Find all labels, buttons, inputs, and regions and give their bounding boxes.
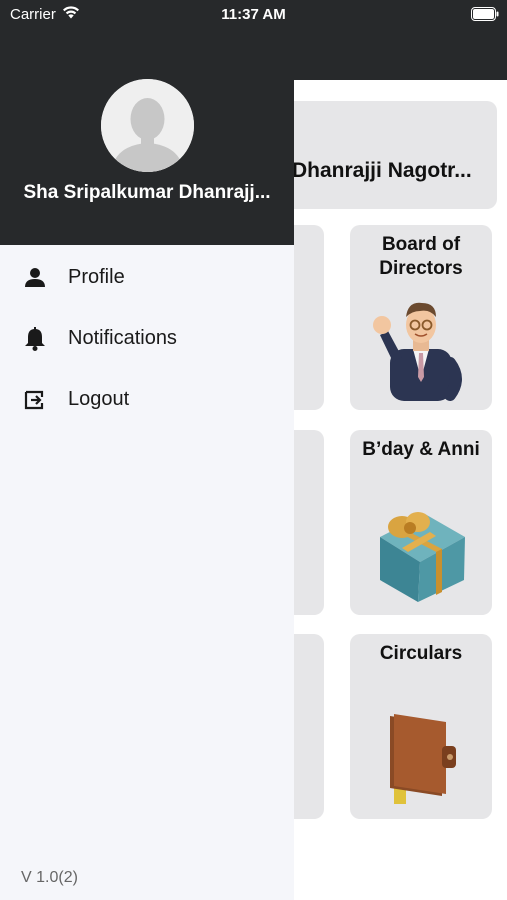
organization-name: Dhanrajji Nagotr... xyxy=(292,159,472,182)
menu-item-logout[interactable]: Logout xyxy=(0,374,294,424)
status-bar: Carrier 11:37 AM xyxy=(0,0,507,30)
navigation-drawer: Sha Sripalkumar Dhanrajj... Profile Noti… xyxy=(0,0,294,900)
drawer-header: Sha Sripalkumar Dhanrajj... xyxy=(0,0,294,245)
app-version: V 1.0(2) xyxy=(21,869,78,886)
battery-icon xyxy=(471,7,499,21)
tile-board-of-directors[interactable]: Board of Directors xyxy=(350,225,492,410)
tile-title: B’day & Anni xyxy=(362,439,480,460)
avatar[interactable] xyxy=(101,79,194,172)
bell-icon xyxy=(25,327,45,351)
clock: 11:37 AM xyxy=(221,6,286,23)
menu-label: Logout xyxy=(68,388,130,410)
gift-box-icon xyxy=(380,512,465,602)
person-icon xyxy=(25,268,45,287)
tile-title: Board of Directors xyxy=(379,234,463,279)
menu-label: Notifications xyxy=(68,327,177,349)
tile-circulars[interactable]: Circulars xyxy=(350,634,492,819)
tile-birthday-anniversary[interactable]: B’day & Anni xyxy=(350,430,492,615)
book-icon xyxy=(390,714,456,804)
default-user-avatar-icon xyxy=(101,79,194,172)
menu-label: Profile xyxy=(68,266,125,288)
businessman-waving-icon xyxy=(373,302,462,401)
menu-item-notifications[interactable]: Notifications xyxy=(0,313,294,363)
logout-icon xyxy=(24,390,44,410)
user-name: Sha Sripalkumar Dhanrajj... xyxy=(23,182,271,203)
tile-title: Circulars xyxy=(379,643,463,664)
menu-item-profile[interactable]: Profile xyxy=(0,252,294,302)
